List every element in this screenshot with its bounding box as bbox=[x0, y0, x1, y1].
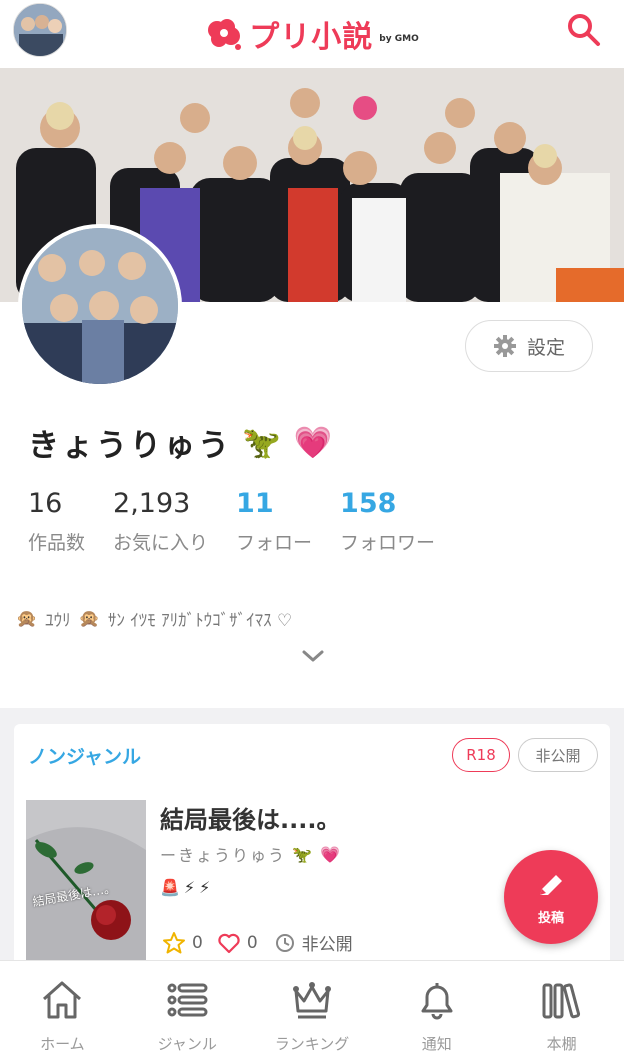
tag-private: 非公開 bbox=[518, 738, 598, 772]
home-icon bbox=[43, 981, 82, 1019]
work-author: ーきょうりゅう 🦖 💗 bbox=[160, 842, 342, 866]
stat-works[interactable]: 16 作品数 bbox=[28, 488, 85, 555]
stat-followers-count: 158 bbox=[340, 488, 397, 519]
post-button[interactable]: 投稿 bbox=[504, 850, 598, 944]
work-title[interactable]: 結局最後は....。 bbox=[160, 800, 340, 835]
stat-favorites[interactable]: 2,193 お気に入り bbox=[113, 488, 208, 555]
tab-ranking[interactable]: ランキング bbox=[250, 961, 375, 1064]
stat-works-label: 作品数 bbox=[28, 532, 86, 554]
pencil-icon bbox=[540, 874, 562, 895]
work-status: 非公開 bbox=[301, 935, 353, 955]
profile-page: プリ小説 by GMO 設定 きょうりゅう 🦖 💗 16 作品数 2,193 お… bbox=[0, 0, 624, 1064]
bell-icon bbox=[421, 983, 453, 1020]
profile-avatar[interactable] bbox=[18, 224, 182, 388]
tab-home[interactable]: ホーム bbox=[0, 961, 125, 1064]
stat-followers[interactable]: 158 フォロワー bbox=[340, 488, 435, 555]
work-thumbnail[interactable]: 結局最後は…。 bbox=[26, 800, 146, 960]
tab-ranking-label: ランキング bbox=[274, 1035, 350, 1053]
user-avatar[interactable] bbox=[13, 3, 67, 57]
lightning-emoji: ⚡ bbox=[183, 878, 196, 897]
siren-emoji: 🚨 bbox=[160, 878, 180, 897]
work-author-name: ーきょうりゅう bbox=[160, 846, 287, 865]
heart-emoji: 💗 bbox=[293, 425, 336, 461]
stat-works-count: 16 bbox=[28, 488, 63, 519]
work-meta: 0 0 非公開 bbox=[162, 930, 353, 955]
bookshelf-icon bbox=[542, 983, 580, 1019]
settings-button[interactable]: 設定 bbox=[465, 320, 593, 372]
profile-bio: 🙊 ﾕｳﾘ 🙊 ｻﾝ ｲﾂﾓ ｱﾘｶﾞﾄｳｺﾞｻﾞｲﾏｽ ♡ bbox=[16, 606, 293, 632]
stat-favorites-label: お気に入り bbox=[113, 532, 209, 554]
bio-text-2: ｻﾝ ｲﾂﾓ ｱﾘｶﾞﾄｳｺﾞｻﾞｲﾏｽ ♡ bbox=[107, 611, 293, 631]
username: きょうりゅう 🦖 💗 bbox=[28, 420, 335, 465]
like-count: 0 bbox=[246, 932, 258, 953]
monkey-emoji: 🙊 bbox=[78, 608, 100, 629]
logo-bubble-icon bbox=[208, 19, 242, 50]
tab-genre[interactable]: ジャンル bbox=[125, 961, 250, 1064]
work-card[interactable]: ノンジャンル R18 非公開 結局最後は…。 結局最後は....。 ーきょうりゅ… bbox=[14, 724, 610, 984]
crown-icon bbox=[292, 982, 331, 1019]
tab-notifications-label: 通知 bbox=[421, 1035, 452, 1053]
lightning-emoji: ⚡ bbox=[199, 878, 211, 897]
stat-followers-label: フォロワー bbox=[340, 532, 436, 554]
dinosaur-emoji: 🦖 bbox=[242, 425, 284, 461]
bio-text-1: ﾕｳﾘ bbox=[45, 611, 71, 631]
profile-stats: 16 作品数 2,193 お気に入り 11 フォロー 158 フォロワー bbox=[28, 488, 463, 555]
monkey-emoji: 🙊 bbox=[16, 608, 38, 629]
bottom-tab-bar: ホーム ジャンル ランキング 通知 本棚 bbox=[0, 960, 624, 1064]
dinosaur-emoji: 🦖 bbox=[292, 844, 314, 864]
work-description: 🚨 ⚡ ⚡ bbox=[160, 878, 210, 897]
clock-icon bbox=[275, 933, 294, 952]
tag-r18: R18 bbox=[452, 738, 510, 772]
tab-genre-label: ジャンル bbox=[157, 1035, 217, 1053]
username-text: きょうりゅう bbox=[28, 428, 232, 464]
tab-bookshelf-label: 本棚 bbox=[546, 1035, 577, 1053]
settings-label: 設定 bbox=[526, 336, 565, 359]
chevron-down-icon[interactable] bbox=[300, 646, 326, 666]
heart-emoji: 💗 bbox=[319, 844, 342, 864]
stat-following[interactable]: 11 フォロー bbox=[236, 488, 312, 555]
stat-favorites-count: 2,193 bbox=[113, 488, 191, 519]
app-header: プリ小説 by GMO bbox=[0, 0, 624, 68]
stat-following-label: フォロー bbox=[236, 532, 313, 554]
star-icon bbox=[163, 931, 185, 953]
app-logo[interactable]: プリ小説 by GMO bbox=[205, 12, 419, 56]
logo-by-text: by GMO bbox=[379, 34, 419, 44]
star-count: 0 bbox=[192, 932, 203, 953]
post-button-label: 投稿 bbox=[537, 910, 564, 926]
tab-notifications[interactable]: 通知 bbox=[374, 961, 499, 1064]
tab-bookshelf[interactable]: 本棚 bbox=[499, 961, 624, 1064]
list-icon bbox=[167, 983, 208, 1017]
tab-home-label: ホーム bbox=[40, 1035, 85, 1053]
search-icon[interactable] bbox=[566, 12, 602, 48]
heart-icon bbox=[218, 933, 240, 953]
work-genre[interactable]: ノンジャンル bbox=[28, 742, 141, 769]
stat-following-count: 11 bbox=[236, 488, 274, 519]
logo-text: プリ小説 bbox=[249, 20, 374, 55]
gear-icon bbox=[493, 335, 516, 357]
